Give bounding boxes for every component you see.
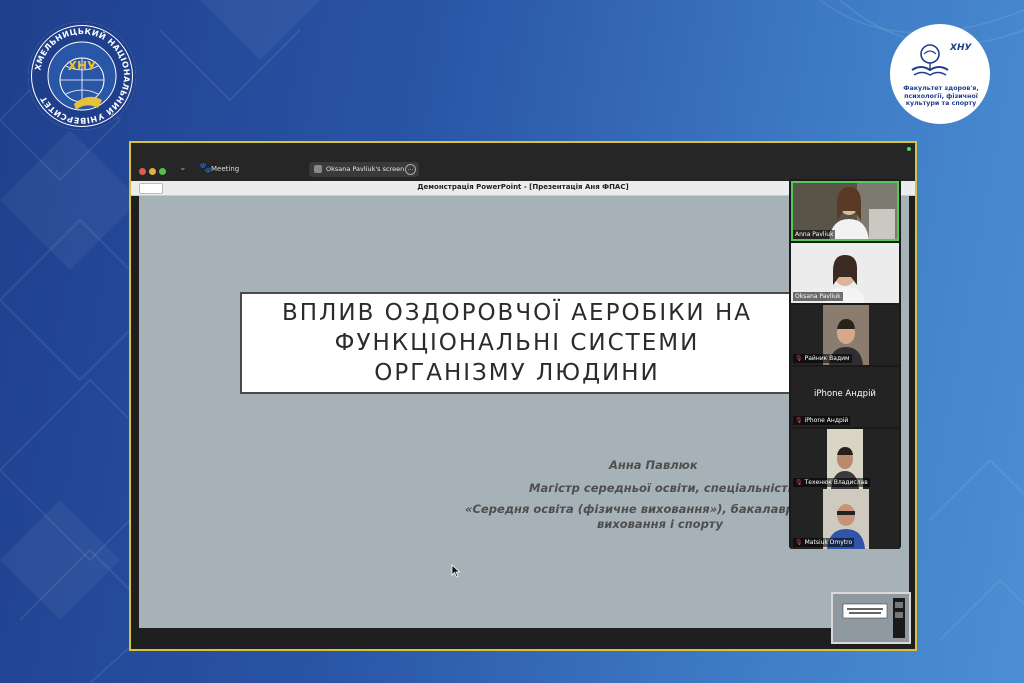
participant-tile[interactable]: iPhone Андрій 🎙 iPhone Андрій [791, 367, 899, 427]
participant-name: 🎙 Райник Вадим [793, 354, 852, 363]
participants-panel: Anna Pavliuk Oksana Pavliuk 🎙 Райник Вади… [789, 179, 901, 549]
close-window-button[interactable] [139, 168, 146, 175]
mouse-cursor-icon [451, 564, 461, 578]
thumbnail-image [833, 594, 909, 642]
participant-tile[interactable]: 🎙 Техенюк Владислав [791, 429, 899, 489]
participant-name: 🎙 Matsiuk Dmytro [793, 538, 855, 547]
slide-preview-thumbnail[interactable] [831, 592, 911, 644]
participant-tile[interactable]: 🎙 Matsiuk Dmytro [791, 489, 899, 549]
participant-name: 🎙 Техенюк Владислав [793, 478, 870, 487]
participant-tile[interactable]: 🎙 Райник Вадим [791, 305, 899, 365]
presenter-avatar-icon [314, 165, 322, 173]
muted-mic-icon: 🎙 [795, 479, 803, 486]
participant-tile[interactable]: Anna Pavliuk [791, 181, 899, 241]
maximize-window-button[interactable] [159, 168, 166, 175]
participant-display-name: iPhone Андрій [814, 389, 876, 399]
meeting-titlebar: ⌄ 🐾 Meeting Oksana Pavliuk's screen … [131, 143, 915, 181]
faculty-name: Факультет здоров'я, психології, фізичної… [903, 85, 979, 107]
muted-mic-icon: 🎙 [795, 417, 803, 424]
faculty-abbr: ХНУ [950, 43, 972, 53]
slide-specialty-line2: виховання і спорту [597, 517, 723, 531]
participant-name: Oksana Pavliuk [793, 292, 843, 301]
book-emblem-icon [911, 44, 949, 76]
muted-mic-icon: 🎙 [795, 355, 803, 362]
more-options-icon[interactable]: … [405, 164, 416, 175]
participant-tile[interactable]: Oksana Pavliuk [791, 243, 899, 303]
screen-share-indicator[interactable]: Oksana Pavliuk's screen … [309, 162, 419, 177]
university-logo: ХМЕЛЬНИЦЬКИЙ НАЦІОНАЛЬНИЙ УНІВЕРСИТЕТ ХН… [28, 22, 136, 130]
university-emblem-icon: ХМЕЛЬНИЦЬКИЙ НАЦІОНАЛЬНИЙ УНІВЕРСИТЕТ ХН… [32, 26, 132, 126]
slide-author: Анна Павлюк [609, 458, 698, 472]
university-abbr: ХНУ [68, 59, 97, 73]
paw-icon: 🐾 [199, 163, 212, 174]
slide-specialty-line1: «Середня освіта (фізичне виховання»), ба… [465, 502, 805, 516]
minimize-window-button[interactable] [149, 168, 156, 175]
slide-title: ВПЛИВ ОЗДОРОВЧОЇ АЕРОБІКИ НА ФУНКЦІОНАЛЬ… [282, 300, 752, 386]
slide-title-box: ВПЛИВ ОЗДОРОВЧОЇ АЕРОБІКИ НА ФУНКЦІОНАЛЬ… [240, 292, 794, 394]
participant-name: 🎙 iPhone Андрій [793, 416, 851, 425]
screen-share-window: ⌄ 🐾 Meeting Oksana Pavliuk's screen … Де… [129, 141, 917, 651]
faculty-logo: ХНУ Факультет здоров'я, психології, фізи… [890, 24, 990, 124]
chevron-down-icon[interactable]: ⌄ [179, 163, 187, 173]
participant-name: Anna Pavliuk [793, 230, 836, 239]
muted-mic-icon: 🎙 [795, 539, 803, 546]
meeting-label: Meeting [211, 165, 240, 173]
share-label: Oksana Pavliuk's screen [326, 165, 405, 173]
recording-indicator [907, 147, 911, 151]
slide-degree: Магістр середньої освіти, спеціальність [529, 481, 796, 495]
